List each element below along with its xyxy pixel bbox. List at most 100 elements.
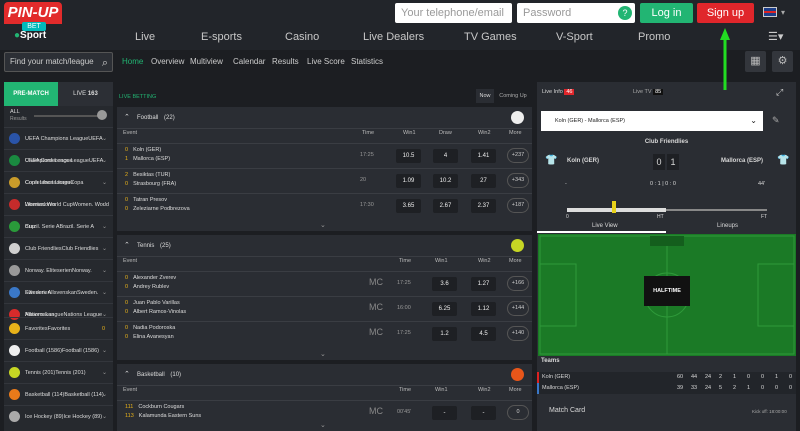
- odd-win2[interactable]: 1.41: [471, 149, 496, 163]
- match-select[interactable]: Koln (GER) - Mallorca (ESP) ⌄: [541, 111, 763, 131]
- sidebar-item[interactable]: Women. World CupWomen. World Cup ⌄: [4, 193, 113, 230]
- chevron-down-icon[interactable]: ⌄: [320, 350, 326, 358]
- expand-icon[interactable]: ⤢: [776, 87, 783, 98]
- more-markets-button[interactable]: 0: [507, 405, 529, 420]
- chevron-up-icon[interactable]: ⌃: [124, 364, 130, 386]
- chevron-up-icon[interactable]: ⌃: [124, 107, 130, 129]
- sidebar-item[interactable]: Club FriendliesClub Friendlies ⌄: [4, 237, 113, 259]
- logo[interactable]: PIN-UP BET ●Sport: [4, 2, 62, 42]
- odd-win1[interactable]: 6.25: [432, 302, 457, 316]
- more-markets-button[interactable]: +166: [507, 276, 529, 291]
- event-row[interactable]: 0 Juan Pablo Varillas 0 Albert Ramos-Vinola…: [117, 296, 532, 319]
- odd-win2[interactable]: 27: [471, 174, 496, 188]
- sidebar-item[interactable]: Basketball (114)Basketball (114) ⌄: [4, 383, 113, 405]
- search-icon[interactable]: ⌕: [102, 54, 108, 72]
- subnav-livescore[interactable]: Live Score: [307, 57, 345, 66]
- subnav-multiview[interactable]: Multiview: [190, 57, 223, 66]
- chevron-up-icon[interactable]: ⌃: [124, 235, 130, 257]
- nav-live-dealers[interactable]: Live Dealers: [363, 31, 424, 43]
- results-toggle[interactable]: [97, 110, 107, 120]
- subnav-statistics[interactable]: Statistics: [351, 57, 383, 66]
- event-row[interactable]: 0 Nadia Podoroska 0 Elina Avanesyan 17:25 1.2…: [117, 321, 532, 344]
- basketball-header[interactable]: ⌃ Basketball (10): [117, 364, 532, 386]
- chevron-down-icon[interactable]: ⌄: [102, 238, 107, 260]
- chevron-down-icon[interactable]: ⌄: [102, 216, 107, 238]
- sidebar-item[interactable]: Brazil. Serie ABrazil. Serie A ⌄: [4, 215, 113, 237]
- odd-draw[interactable]: 4: [433, 149, 458, 163]
- sidebar-item[interactable]: Sweden. AllsvenskanSweden. Allsvenskan ⌄: [4, 281, 113, 318]
- sidebar-item[interactable]: Football (1586)Football (1586) ⌄: [4, 339, 113, 361]
- chevron-down-icon[interactable]: ⌄: [102, 172, 107, 194]
- chevron-down-icon[interactable]: ⌄: [102, 150, 107, 172]
- subnav-home[interactable]: Home: [122, 57, 143, 66]
- nav-tv-games[interactable]: TV Games: [464, 31, 517, 43]
- more-markets-button[interactable]: +237: [507, 148, 529, 163]
- odd-win2[interactable]: -: [471, 406, 496, 420]
- tab-live[interactable]: LIVE 163: [58, 82, 113, 106]
- odd-win1[interactable]: -: [432, 406, 457, 420]
- subnav-calendar[interactable]: Calendar: [233, 57, 265, 66]
- chevron-down-icon[interactable]: ⌄: [102, 340, 107, 362]
- chevron-down-icon[interactable]: ⌄: [102, 260, 107, 282]
- tab-live-tv[interactable]: Live TV 85: [633, 89, 664, 95]
- login-button[interactable]: Log in: [640, 3, 693, 23]
- subnav-overview[interactable]: Overview: [151, 57, 184, 66]
- tab-live-view[interactable]: Live View: [592, 223, 618, 229]
- results-toggle-track[interactable]: [34, 115, 104, 117]
- nav-promo[interactable]: Promo: [638, 31, 670, 43]
- more-markets-button[interactable]: +187: [507, 198, 529, 213]
- event-row[interactable]: 111 Cockburn Cougars 113 Kalamunda Eastern …: [117, 400, 532, 423]
- event-row[interactable]: 0 Alexander Zverev 0 Andrey Rublev 17:25 3.6 1…: [117, 271, 532, 294]
- calculator-icon[interactable]: ▦: [745, 51, 766, 72]
- chevron-down-icon[interactable]: ⌄: [320, 421, 326, 429]
- chevron-down-icon[interactable]: ⌄: [102, 362, 107, 384]
- event-row[interactable]: 0 Koln (GER) 1 Mallorca (ESP) 17:25 10.5 4 1.41…: [117, 143, 532, 166]
- chevron-down-icon[interactable]: ⌄: [320, 221, 326, 229]
- chevron-down-icon[interactable]: ⌄: [102, 128, 107, 150]
- chevron-down-icon[interactable]: ⌄: [102, 194, 107, 216]
- search-input[interactable]: Find your match/league ⌕: [4, 52, 113, 72]
- nav-esports[interactable]: E-sports: [201, 31, 242, 43]
- odd-win1[interactable]: 3.6: [432, 277, 457, 291]
- help-icon[interactable]: ?: [618, 6, 632, 20]
- sidebar-item[interactable]: Ice Hockey (89)Ice Hockey (89) ⌄: [4, 405, 113, 427]
- odd-win1[interactable]: 3.65: [396, 199, 421, 213]
- nav-casino[interactable]: Casino: [285, 31, 319, 43]
- tab-lineups[interactable]: Lineups: [717, 223, 738, 229]
- chevron-down-icon[interactable]: ⌄: [102, 384, 107, 406]
- tab-live-info[interactable]: Live Info 46: [542, 89, 575, 95]
- nav-vsport[interactable]: V-Sport: [556, 31, 593, 43]
- gear-icon[interactable]: ⚙: [772, 51, 793, 72]
- odd-draw[interactable]: 2.67: [433, 199, 458, 213]
- password-input[interactable]: Password?: [517, 3, 635, 23]
- sidebar-item[interactable]: UEFA Conference LeagueUEFA Conference Le…: [4, 149, 113, 186]
- tab-prematch[interactable]: PRE-MATCH: [4, 82, 58, 106]
- odd-win2[interactable]: 1.27: [471, 277, 496, 291]
- sidebar-item[interactable]: UEFA Champions LeagueUEFA Champions Leag…: [4, 127, 113, 164]
- odd-win2[interactable]: 4.5: [471, 327, 496, 341]
- sidebar-item[interactable]: Copa LibertadoresCopa Libertadores ⌄: [4, 171, 113, 208]
- odd-win1[interactable]: 10.5: [396, 149, 421, 163]
- odd-win1[interactable]: 1.09: [396, 174, 421, 188]
- sidebar-item[interactable]: FavoritesFavorites 0: [4, 317, 113, 339]
- signup-button[interactable]: Sign up: [697, 3, 754, 23]
- tennis-header[interactable]: ⌃ Tennis (25): [117, 235, 532, 257]
- chevron-down-icon[interactable]: ⌄: [102, 282, 107, 304]
- tab-now[interactable]: Now: [476, 89, 494, 103]
- odd-win1[interactable]: 1.2: [432, 327, 457, 341]
- chevron-down-icon[interactable]: ⌄: [102, 406, 107, 428]
- tab-coming-up[interactable]: Coming Up: [496, 89, 530, 103]
- chevron-down-icon[interactable]: ▾: [781, 8, 785, 17]
- pin-icon[interactable]: ✎: [772, 115, 780, 126]
- more-markets-button[interactable]: +144: [507, 301, 529, 316]
- settings-menu-icon[interactable]: ☰▾: [768, 30, 783, 43]
- football-header[interactable]: ⌃ Football (22): [117, 107, 532, 129]
- more-markets-button[interactable]: +140: [507, 326, 529, 341]
- event-row[interactable]: 2 Besiktas (TUR) 0 Strasbourg (FRA) 20 1.09 10…: [117, 168, 532, 191]
- more-markets-button[interactable]: +343: [507, 173, 529, 188]
- odd-win2[interactable]: 2.37: [471, 199, 496, 213]
- event-row[interactable]: 0 Tatran Presov 0 Zeleziarne Podbrezova 17:3…: [117, 193, 532, 216]
- odd-draw[interactable]: 10.2: [433, 174, 458, 188]
- nav-live[interactable]: Live: [135, 31, 155, 43]
- sidebar-item[interactable]: Tennis (201)Tennis (201) ⌄: [4, 361, 113, 383]
